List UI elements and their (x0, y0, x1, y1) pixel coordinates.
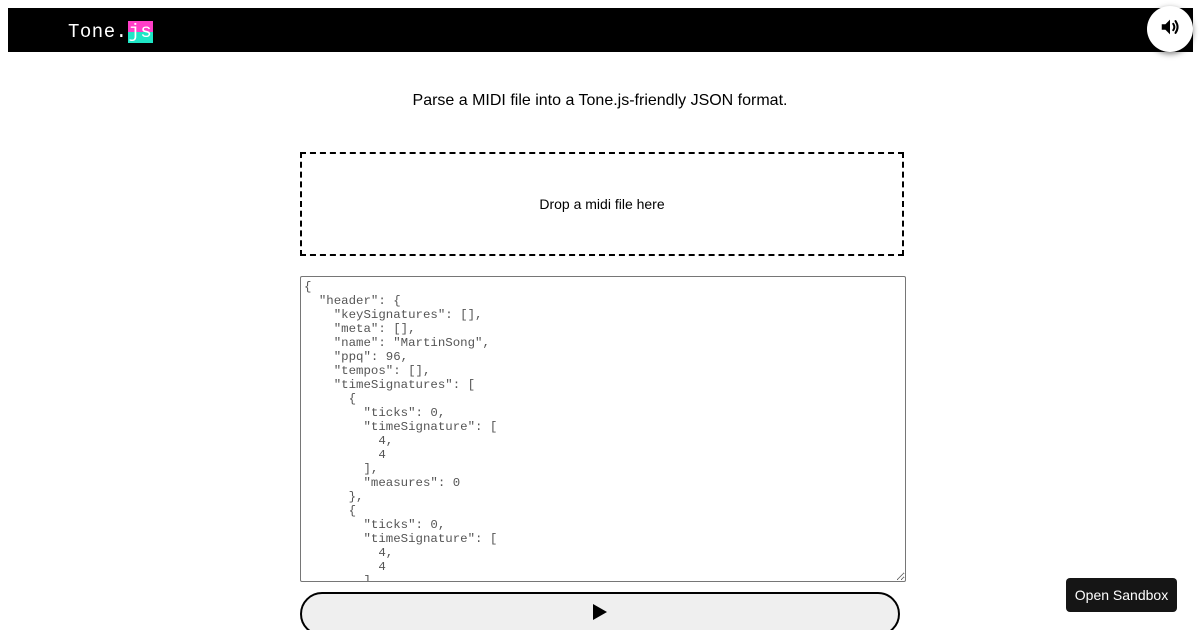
page: Tone. js Parse a MIDI file into a Tone.js… (0, 0, 1200, 630)
page-description: Parse a MIDI file into a Tone.js-friendl… (412, 92, 788, 109)
json-output-textarea[interactable]: { "header": { "keySignatures": [], "meta… (300, 276, 906, 582)
logo-prefix: Tone. (68, 21, 128, 43)
sound-toggle-button[interactable] (1147, 6, 1193, 52)
logo-suffix: js (127, 21, 154, 43)
play-icon (592, 603, 608, 626)
play-button[interactable] (300, 592, 900, 630)
tonejs-logo[interactable]: Tone. js (68, 20, 154, 44)
midi-dropzone[interactable]: Drop a midi file here (300, 152, 904, 256)
open-sandbox-label: Open Sandbox (1074, 587, 1169, 603)
dropzone-label: Drop a midi file here (539, 196, 665, 212)
top-bar: Tone. js (8, 8, 1193, 52)
open-sandbox-button[interactable]: Open Sandbox (1066, 578, 1177, 612)
speaker-volume-icon (1159, 16, 1181, 43)
